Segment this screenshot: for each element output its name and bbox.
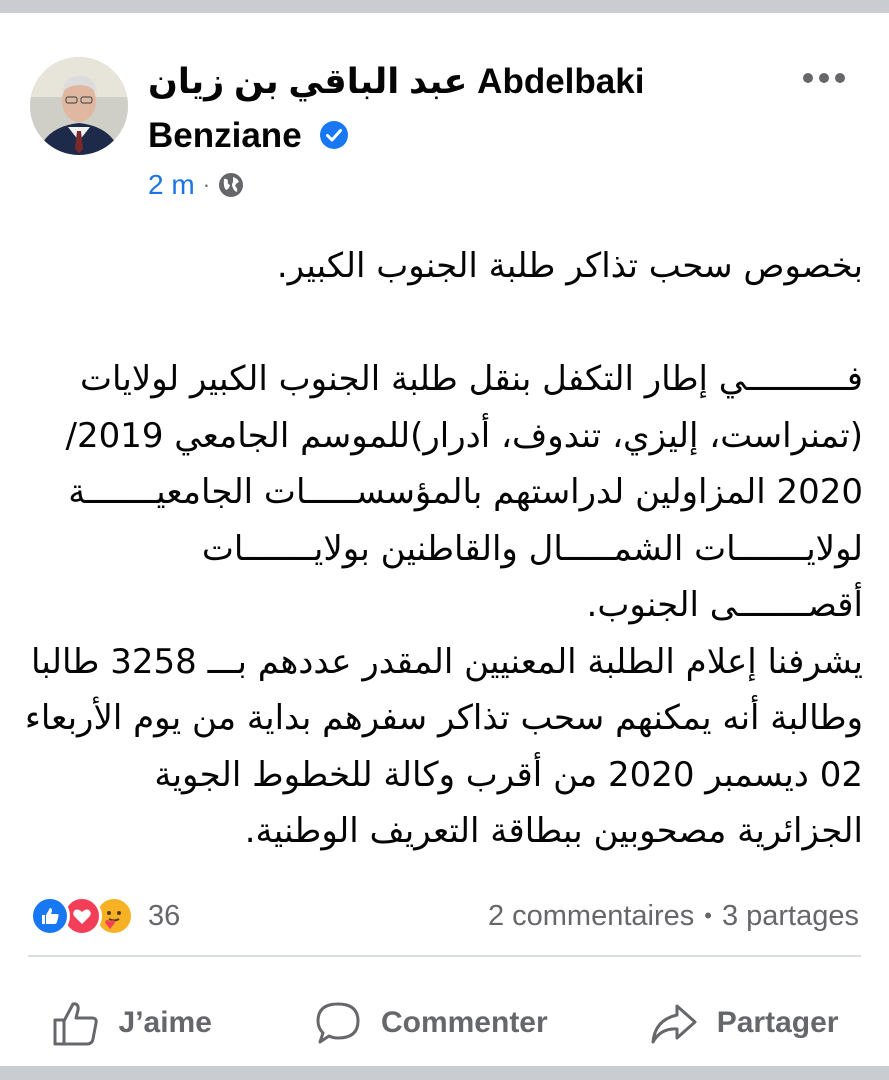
share-button-label: Partager [716,1006,839,1039]
like-reaction-icon [30,896,70,936]
share-button[interactable]: Partager [635,992,853,1054]
comments-count-link[interactable]: 2 commentaires [488,896,694,936]
reactions-summary[interactable]: 36 [30,896,180,936]
like-button-label: J’aime [118,1006,212,1039]
post-card: عبد الباقي بن زيان Abdelbaki Benziane 2 … [0,13,889,1066]
post-timestamp[interactable]: 2 m [148,165,195,205]
comment-button[interactable]: Commenter [299,992,562,1054]
author-avatar[interactable] [30,57,128,155]
author-name-arabic: عبد الباقي بن زيان [148,62,468,101]
actions-divider [28,955,861,957]
thumbs-up-icon [53,1002,98,1046]
post-text-line: لولايـــــــات الشمـــــال والقاطنين بول… [201,528,863,569]
share-arrow-icon [651,1004,697,1044]
stats-separator: • [704,903,712,928]
post-text-line: يشرفنا إعلام الطلبة المعنيين المقدر عدده… [31,641,863,682]
post-text-line: فــــــــــي إطار التكفل بنقل طلبة الجنو… [80,359,863,399]
engagement-stats: 2 commentaires • 3 partages [488,896,859,936]
post-text: بخصوص سحب تذاكر طلبة الجنوب الكبير. فــــ… [24,238,863,860]
verified-badge-icon [320,120,349,149]
post-paragraph-gap [28,295,863,352]
post-text-line: 02 ديسمبر 2020 من أقرب وكالة للخطوط الجو… [154,754,863,795]
more-options-icon[interactable] [796,63,852,93]
author-name-latin-last: Benziane [148,116,302,155]
meta-separator: · [202,172,211,197]
reaction-count: 36 [148,899,181,932]
post-text-line: أقصـــــــى الجنوب. [586,585,863,625]
shares-count-link[interactable]: 3 partages [722,896,859,936]
author-name-latin-first: Abdelbaki [477,62,645,101]
post-text-line: 2020 المزاولين لدراستهم بالمؤسســـــات ا… [68,472,863,512]
post-text-line: بخصوص سحب تذاكر طلبة الجنوب الكبير. [276,246,863,286]
post-text-line: (تمنراست، إليزي، تندوف، أدرار)للموسم الج… [65,415,863,456]
post-text-line: وطالبة أنه يمكنهم سحب تذاكر سفرهم بداية … [24,698,863,738]
globe-icon[interactable] [218,172,244,198]
like-button[interactable]: J’aime [37,992,226,1054]
comment-bubble-icon [316,1002,360,1044]
post-actions-bar: J’aime Commenter Partager [0,988,889,1058]
author-name[interactable]: عبد الباقي بن زيان Abdelbaki Benziane [148,55,648,163]
comment-button-label: Commenter [380,1006,548,1039]
post-text-line: الجزائرية مصحوبين ببطاقة التعريف الوطنية… [244,811,863,851]
avatar-photo [30,57,128,155]
post-meta: 2 m · [148,165,244,205]
